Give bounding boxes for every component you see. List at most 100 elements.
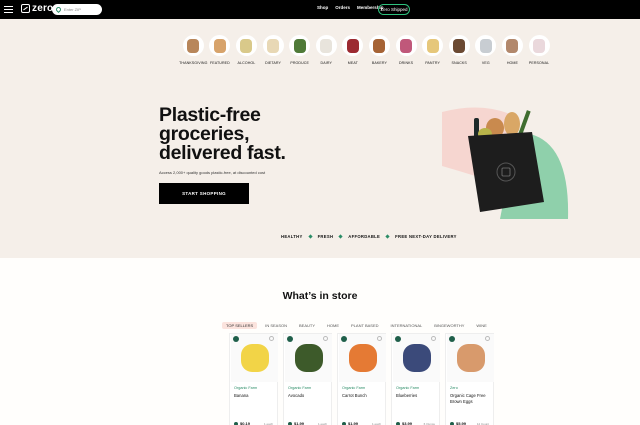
category-item-personal[interactable]: Personal [528, 35, 551, 65]
hero-title: Plastic-free groceries, delivered fast. [159, 105, 286, 164]
category-image [320, 38, 333, 53]
category-item-dietary[interactable]: Dietary [262, 35, 285, 65]
category-label: Alcohol [237, 61, 256, 65]
hero-tote-bag-image [442, 107, 569, 219]
category-label: Dairy [320, 61, 332, 65]
category-label: Meat [347, 61, 358, 65]
product-card[interactable]: Organic Farm Banana $0.19 1 each [229, 333, 278, 425]
nav-shop-link[interactable]: Shop [317, 5, 328, 10]
category-item-alcohol[interactable]: Alcohol [235, 35, 258, 65]
category-item-drinks[interactable]: Drinks [395, 35, 418, 65]
product-name[interactable]: Avocado [288, 393, 332, 399]
category-circle [262, 35, 284, 56]
category-item-meat[interactable]: Meat [342, 35, 365, 65]
category-circle [368, 35, 390, 56]
category-row: Thanksgiving Featured Alcohol Dietary Produc… [179, 35, 551, 65]
tagline-item: AFFORDABLE [348, 234, 381, 239]
price-tag-icon [396, 421, 400, 425]
tab-bingeworthy[interactable]: Bingeworthy [430, 322, 468, 329]
product-card[interactable]: Organic Farm Blueberries $3.99 6 Ounce [391, 333, 440, 425]
category-item-home[interactable]: Home [501, 35, 524, 65]
product-brand: Zero [450, 386, 458, 390]
category-circle [315, 35, 337, 56]
product-name[interactable]: Blueberries [396, 393, 440, 399]
zip-input[interactable]: Enter ZIP [52, 4, 102, 15]
category-label: Produce [290, 61, 309, 65]
category-item-dairy[interactable]: Dairy [315, 35, 338, 65]
category-circle [289, 35, 311, 56]
nav-orders-link[interactable]: Orders [335, 5, 350, 10]
tagline-row: HEALTHY FRESH AFFORDABLE FREE NEXT-DAY DELI… [281, 234, 457, 239]
product-name[interactable]: Organic Cage Free Brown Eggs [450, 393, 494, 404]
category-circle [475, 35, 497, 56]
tagline-item: HEALTHY [281, 234, 303, 239]
heart-icon[interactable] [377, 336, 382, 341]
logo[interactable]: zero [21, 3, 53, 14]
logo-mark-icon [21, 4, 30, 13]
category-label: Drinks [398, 61, 414, 65]
price-value: $1.99 [348, 421, 359, 425]
zero-shipped-button[interactable]: Zero Shipped [378, 4, 410, 15]
category-label: Pantry [425, 61, 441, 65]
price-value: $0.19 [240, 421, 251, 425]
product-name[interactable]: Carrot Bunch [342, 393, 386, 399]
price-tag-icon [342, 421, 346, 425]
heart-icon[interactable] [269, 336, 274, 341]
category-item-thanksgiving[interactable]: Thanksgiving [179, 35, 207, 65]
category-circle [395, 35, 417, 56]
heart-icon[interactable] [323, 336, 328, 341]
category-circle [528, 35, 550, 56]
tagline-item: FREE NEXT-DAY DELIVERY [395, 234, 457, 239]
tab-home[interactable]: Home [323, 322, 343, 329]
category-item-snacks[interactable]: Snacks [448, 35, 471, 65]
product-card[interactable]: Organic Farm Carrot Bunch $1.99 1 each [337, 333, 386, 425]
category-item-pantry[interactable]: Pantry [421, 35, 444, 65]
category-label: Featured [209, 61, 230, 65]
diamond-icon [385, 234, 390, 239]
menu-icon[interactable] [4, 6, 13, 13]
product-photo [295, 344, 323, 372]
product-photo [349, 344, 377, 372]
product-card[interactable]: Organic Farm Avocado $1.99 1 each [283, 333, 332, 425]
product-card[interactable]: Zero Organic Cage Free Brown Eggs $5.99 12 … [445, 333, 494, 425]
tab-in-season[interactable]: In Season [261, 322, 291, 329]
tagline-item: FRESH [317, 234, 334, 239]
tab-wine[interactable]: Wine [472, 322, 490, 329]
price-value: $3.99 [402, 421, 413, 425]
category-label: Bakery [371, 61, 388, 65]
zip-placeholder: Enter ZIP [64, 7, 81, 12]
category-item-veg[interactable]: Veg [475, 35, 498, 65]
tab-beauty[interactable]: Beauty [295, 322, 319, 329]
category-image [346, 38, 359, 53]
category-image [453, 38, 466, 53]
zero-badge-icon [395, 336, 401, 342]
start-shopping-button[interactable]: START SHOPPING [159, 183, 249, 204]
diamond-icon [307, 234, 313, 239]
category-item-featured[interactable]: Featured [209, 35, 232, 65]
category-circle [182, 35, 204, 56]
tab-top-sellers[interactable]: Top Sellers [222, 322, 258, 329]
price-tag-icon [234, 421, 238, 425]
category-circle [501, 35, 523, 56]
hero-title-line: delivered fast. [159, 142, 286, 164]
price-tag-icon [288, 421, 292, 425]
store-title: What’s in store [282, 290, 358, 302]
category-label: Dietary [265, 61, 282, 65]
category-label: Home [506, 61, 519, 65]
category-label: Snacks [451, 61, 467, 65]
category-image [373, 38, 386, 53]
product-price: $1.99 [342, 421, 358, 425]
product-brand: Organic Farm [288, 386, 312, 390]
zero-badge-icon [341, 336, 347, 342]
product-name[interactable]: Banana [234, 393, 278, 399]
product-price: $0.19 [234, 421, 250, 425]
product-brand: Organic Farm [234, 386, 258, 390]
heart-icon[interactable] [485, 336, 490, 341]
heart-icon[interactable] [431, 336, 436, 341]
top-nav-bar: zero Enter ZIP Shop Orders Membership Ze… [0, 0, 640, 19]
category-item-produce[interactable]: Produce [288, 35, 311, 65]
product-carousel: Organic Farm Banana $0.19 1 each Organic Far… [229, 333, 494, 425]
tab-international[interactable]: International [387, 322, 427, 329]
tab-plant-based[interactable]: Plant Based [347, 322, 383, 329]
category-item-bakery[interactable]: Bakery [368, 35, 391, 65]
